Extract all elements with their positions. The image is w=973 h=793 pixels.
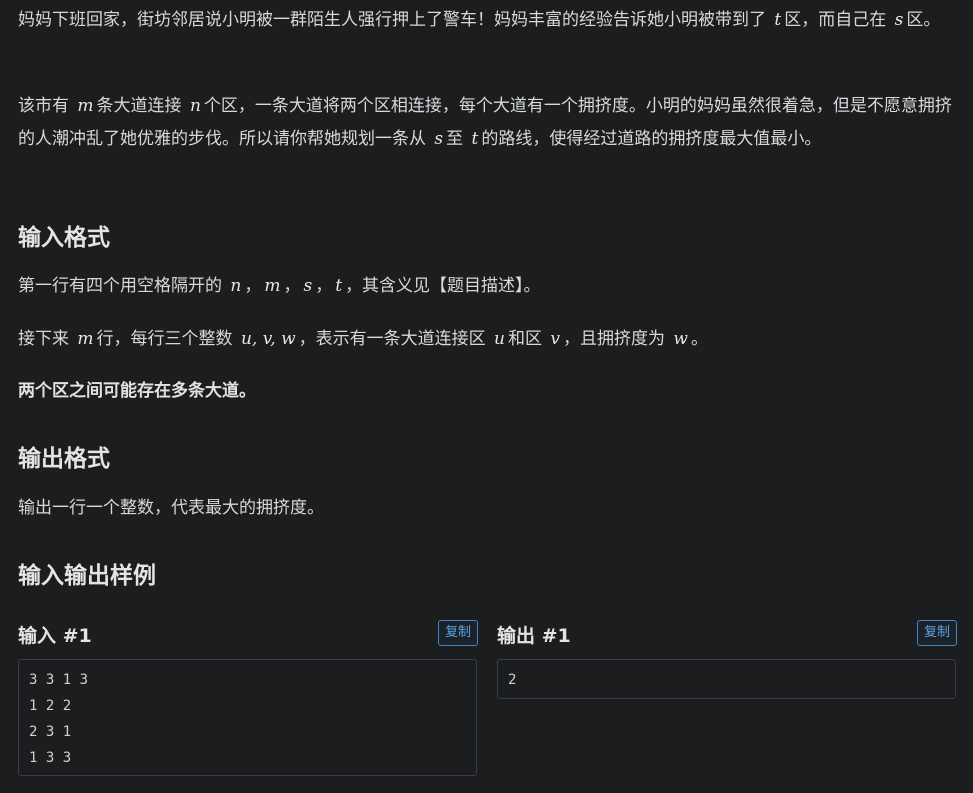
text-run: 该市有 xyxy=(18,96,75,116)
copy-input-button[interactable]: 复制 xyxy=(437,620,478,646)
text-run: 区。 xyxy=(906,10,941,30)
text-run: 和区 xyxy=(508,329,548,349)
code-line: 2 xyxy=(508,672,517,688)
math-variable: s xyxy=(894,10,904,30)
samples-heading: 输入输出样例 xyxy=(18,563,156,589)
input-format-heading: 输入格式 xyxy=(18,225,110,251)
text-run: 条大道连接 xyxy=(96,96,187,116)
text-run: ， xyxy=(244,276,262,296)
math-variable: u xyxy=(494,329,505,349)
text-run: ， xyxy=(315,276,333,296)
text-run: ， xyxy=(283,276,301,296)
math-variable: t xyxy=(471,129,479,149)
text-run: ，且拥挤度为 xyxy=(563,329,671,349)
sample-output-code[interactable]: 2 xyxy=(497,659,956,699)
text-run: 至 xyxy=(446,129,469,149)
sample-output-panel: 输出 #1 复制 2 xyxy=(497,620,957,699)
text-run: 妈妈下班回家，街坊邻居说小明被一群陌生人强行押上了警车！妈妈丰富的经验告诉她小明… xyxy=(18,10,772,30)
text-run: 接下来 xyxy=(18,329,75,349)
sample-input-panel: 输入 #1 复制 3 3 1 3 1 2 2 2 3 1 1 3 3 xyxy=(18,620,478,776)
sample-output-header: 输出 #1 复制 xyxy=(497,620,957,652)
math-variable: t xyxy=(774,10,782,30)
input-format-line-2: 接下来 m 行，每行三个整数 u, v, w ，表示有一条大道连接区 u 和区 v ，且… xyxy=(18,323,708,356)
math-variable: m xyxy=(77,96,94,116)
math-variable: n xyxy=(189,96,201,116)
code-line: 2 3 1 xyxy=(29,724,72,740)
copy-output-button[interactable]: 复制 xyxy=(916,620,957,646)
text-run: 区，而自己在 xyxy=(784,10,892,30)
description-paragraph-2: 该市有 m 条大道连接 n 个区，一条大道将两个区相连接，每个大道有一个拥挤度。小明… xyxy=(18,90,953,156)
text-run: 行，每行三个整数 xyxy=(96,329,238,349)
text-run: ，表示有一条大道连接区 xyxy=(298,329,492,349)
sample-input-code[interactable]: 3 3 1 3 1 2 2 2 3 1 1 3 3 xyxy=(18,659,477,776)
code-line: 3 3 1 3 xyxy=(29,672,89,688)
input-format-line-1: 第一行有四个用空格隔开的 n， m， s， t ，其含义见【题目描述】。 xyxy=(18,270,541,303)
code-line: 1 2 2 xyxy=(29,698,72,714)
math-variable: m xyxy=(264,276,281,296)
sample-input-title: 输入 #1 xyxy=(18,625,92,647)
math-variable: u, v, w xyxy=(240,329,296,349)
text-run: 。 xyxy=(690,329,708,349)
code-line: 1 3 3 xyxy=(29,750,72,766)
math-variable: w xyxy=(673,329,688,349)
output-format-heading: 输出格式 xyxy=(18,446,110,472)
input-format-note: 两个区之间可能存在多条大道。 xyxy=(18,381,256,401)
problem-page: 妈妈下班回家，街坊邻居说小明被一群陌生人强行押上了警车！妈妈丰富的经验告诉她小明… xyxy=(0,0,973,793)
sample-output-title: 输出 #1 xyxy=(497,625,571,647)
math-variable: s xyxy=(434,129,444,149)
output-format-text: 输出一行一个整数，代表最大的拥挤度。 xyxy=(18,498,324,518)
description-paragraph-1: 妈妈下班回家，街坊邻居说小明被一群陌生人强行押上了警车！妈妈丰富的经验告诉她小明… xyxy=(18,4,948,37)
text-run: ，其含义见【题目描述】。 xyxy=(345,276,541,296)
text-run: 第一行有四个用空格隔开的 xyxy=(18,276,228,296)
math-variable: t xyxy=(335,276,343,296)
math-variable: m xyxy=(77,329,94,349)
math-variable: n xyxy=(230,276,242,296)
sample-input-header: 输入 #1 复制 xyxy=(18,620,478,652)
math-variable: s xyxy=(303,276,313,296)
math-variable: v xyxy=(550,329,561,349)
text-run: 的路线，使得经过道路的拥挤度最大值最小。 xyxy=(481,129,822,149)
